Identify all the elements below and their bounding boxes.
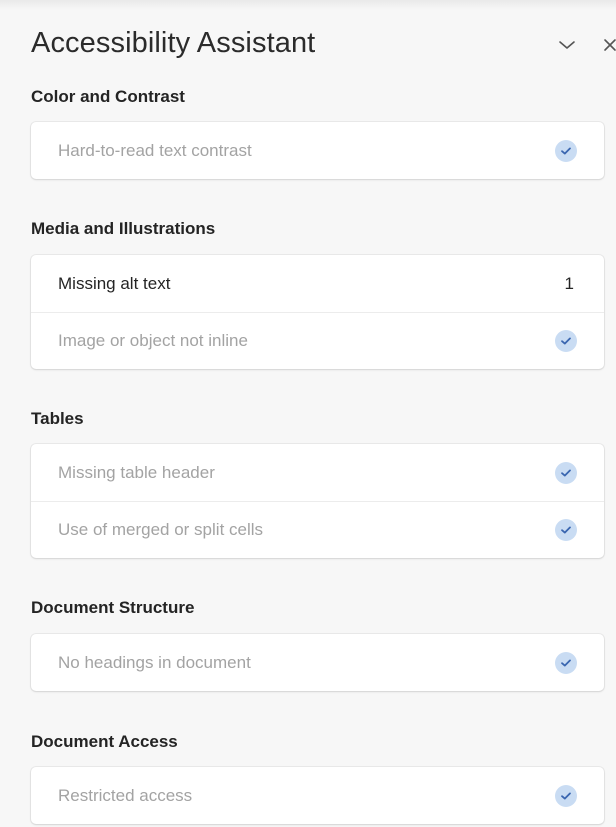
section-title-color-contrast: Color and Contrast — [31, 87, 185, 106]
check-item-merged-split-cells[interactable]: Use of merged or split cells — [31, 501, 604, 558]
pane-title: Accessibility Assistant — [31, 27, 316, 59]
check-item-restricted-access[interactable]: Restricted access — [31, 767, 604, 824]
check-item-label: Missing table header — [58, 462, 215, 482]
check-circle-icon — [555, 519, 577, 541]
check-item-missing-table-header[interactable]: Missing table header — [31, 444, 604, 501]
check-circle-icon — [555, 651, 577, 674]
close-icon — [604, 39, 616, 51]
check-item-label: Image or object not inline — [58, 331, 248, 350]
chevron-down-icon — [559, 41, 575, 49]
check-item-no-headings[interactable]: No headings in document — [31, 634, 604, 691]
check-item-label: Missing alt text — [58, 273, 171, 293]
pane-header: Accessibility Assistant — [31, 27, 616, 67]
check-item-label: No headings in document — [58, 652, 251, 672]
check-item-image-not-inline[interactable]: Image or object not inline — [31, 312, 604, 369]
check-item-missing-alt-text[interactable]: Missing alt text 1 — [31, 255, 604, 312]
check-item-label: Restricted access — [58, 785, 193, 805]
section-title-media-illustrations: Media and Illustrations — [31, 219, 216, 238]
check-item-label: Use of merged or split cells — [58, 520, 264, 539]
section-card-tables: Missing table header Use of merged or sp… — [31, 444, 604, 558]
section-title-tables: Tables — [31, 409, 84, 428]
check-circle-icon — [555, 330, 577, 352]
section-title-document-structure: Document Structure — [31, 598, 195, 617]
collapse-button[interactable] — [555, 31, 579, 59]
pane-top-edge — [0, 0, 616, 10]
check-circle-icon — [555, 139, 577, 162]
section-card-document-access: Restricted access — [31, 767, 604, 824]
close-pane-button[interactable] — [598, 31, 616, 59]
section-card-color-contrast: Hard-to-read text contrast — [31, 122, 604, 179]
section-card-document-structure: No headings in document — [31, 634, 604, 691]
section-card-media-illustrations: Missing alt text 1 Image or object not i… — [31, 255, 604, 369]
check-item-text-contrast[interactable]: Hard-to-read text contrast — [31, 122, 604, 179]
issue-count: 1 — [564, 273, 574, 293]
section-title-document-access: Document Access — [31, 732, 178, 751]
check-circle-icon — [555, 461, 577, 484]
check-circle-icon — [555, 784, 577, 807]
check-item-label: Hard-to-read text contrast — [58, 140, 252, 160]
